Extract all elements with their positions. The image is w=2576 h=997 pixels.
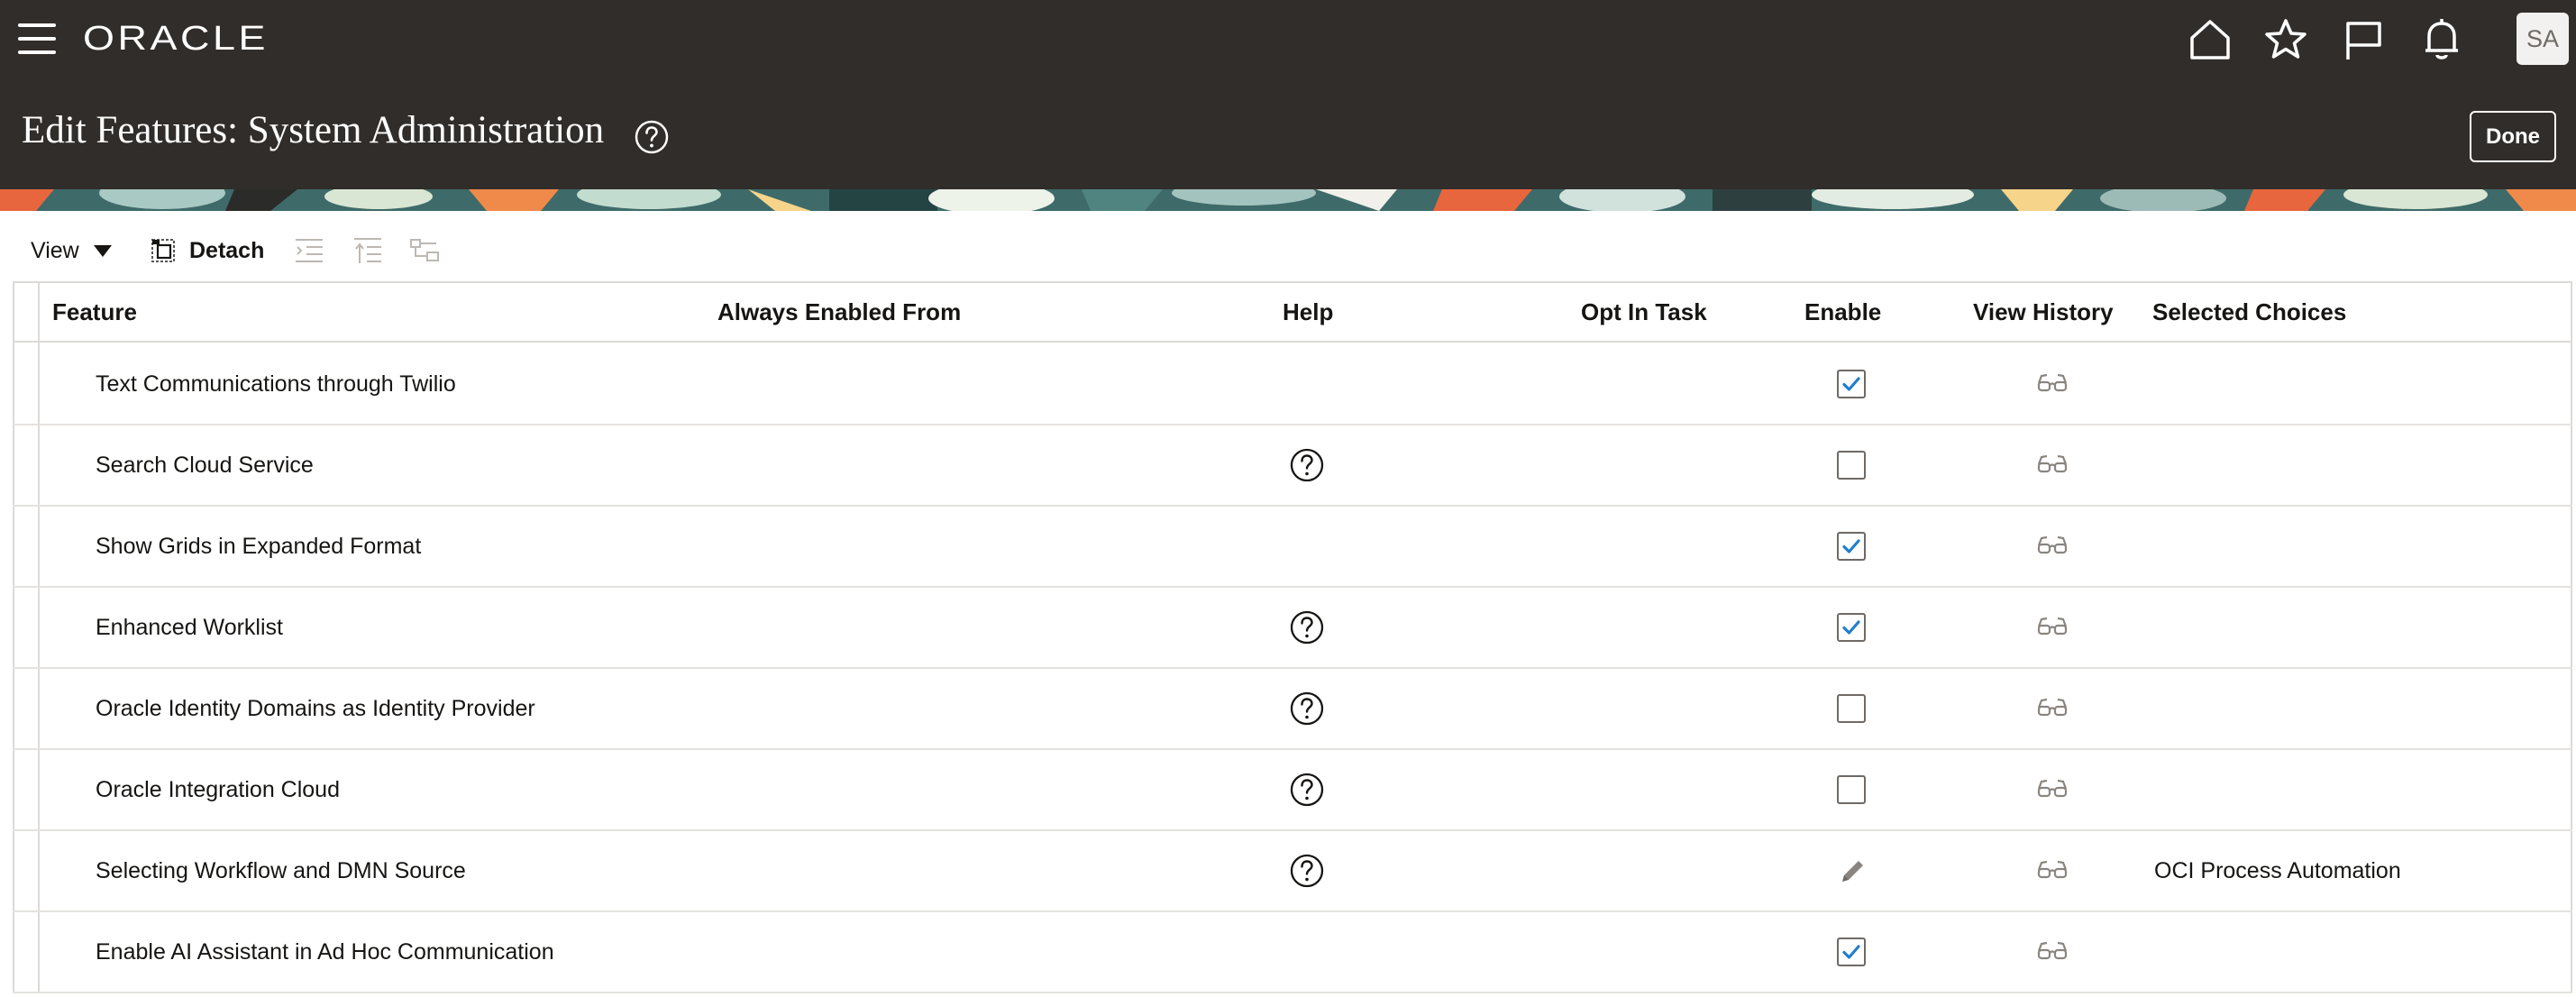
help-icon[interactable] xyxy=(1289,772,1325,808)
help-icon[interactable] xyxy=(1289,853,1325,889)
edit-pencil-icon[interactable] xyxy=(1837,855,1869,887)
view-menu-label: View xyxy=(31,237,79,263)
feature-name: Oracle Integration Cloud xyxy=(96,776,340,802)
table-row[interactable]: Show Grids in Expanded Format xyxy=(13,507,2572,588)
global-header: ORACLE SA Edit Features: System Administ… xyxy=(0,0,2576,189)
feature-name: Enhanced Worklist xyxy=(96,614,283,640)
view-history-icon[interactable] xyxy=(2037,454,2068,474)
table-row[interactable]: Enhanced Worklist xyxy=(13,588,2572,669)
detach-button[interactable]: Detach xyxy=(150,234,264,267)
table-row[interactable]: Oracle Identity Domains as Identity Prov… xyxy=(13,669,2572,750)
view-history-icon[interactable] xyxy=(2037,860,2068,880)
column-header-help[interactable]: Help xyxy=(1283,281,1333,343)
collapse-icon[interactable] xyxy=(352,236,383,265)
help-icon[interactable] xyxy=(1289,609,1325,645)
column-header-opt-in-task[interactable]: Opt In Task xyxy=(1581,281,1707,343)
user-avatar[interactable]: SA xyxy=(2517,13,2569,65)
decorative-banner xyxy=(0,189,2576,211)
column-header-feature[interactable]: Feature xyxy=(52,281,137,343)
view-history-icon[interactable] xyxy=(2037,779,2068,799)
view-history-icon[interactable] xyxy=(2037,698,2068,718)
navigator-menu-icon[interactable] xyxy=(18,23,56,54)
expand-icon[interactable] xyxy=(294,236,324,265)
feature-name: Oracle Identity Domains as Identity Prov… xyxy=(96,695,535,721)
notifications-bell-icon[interactable] xyxy=(2418,16,2465,63)
done-button[interactable]: Done xyxy=(2470,111,2556,162)
table-row[interactable]: Text Communications through Twilio xyxy=(13,344,2572,425)
column-header-view-history[interactable]: View History xyxy=(1973,281,2114,343)
enable-checkbox[interactable] xyxy=(1837,451,1866,480)
feature-name: Show Grids in Expanded Format xyxy=(96,533,422,559)
page-title: Edit Features: System Administration xyxy=(22,109,605,151)
detach-icon xyxy=(151,239,175,262)
watchlist-flag-icon[interactable] xyxy=(2340,16,2387,63)
help-icon[interactable] xyxy=(1289,447,1325,483)
dropdown-caret-icon xyxy=(93,244,112,257)
view-history-icon[interactable] xyxy=(2037,535,2068,555)
oracle-logo-text: ORACLE xyxy=(83,20,269,56)
enable-checkbox[interactable] xyxy=(1837,938,1866,966)
table-header: Feature Always Enabled From Help Opt In … xyxy=(13,281,2572,343)
view-history-icon[interactable] xyxy=(2037,617,2068,636)
selected-choice-value: OCI Process Automation xyxy=(2154,857,2401,883)
table-row[interactable]: Oracle Integration Cloud xyxy=(13,750,2572,831)
enable-checkbox[interactable] xyxy=(1837,370,1866,398)
view-history-icon[interactable] xyxy=(2037,373,2068,393)
feature-name: Selecting Workflow and DMN Source xyxy=(96,857,466,883)
help-icon[interactable] xyxy=(634,119,670,155)
table-row[interactable]: Enable AI Assistant in Ad Hoc Communicat… xyxy=(13,912,2572,993)
oracle-logo[interactable]: ORACLE xyxy=(83,20,269,56)
favorites-star-icon[interactable] xyxy=(2262,16,2309,63)
enable-checkbox[interactable] xyxy=(1837,694,1866,723)
view-history-icon[interactable] xyxy=(2037,941,2068,961)
column-header-selected-choices[interactable]: Selected Choices xyxy=(2152,281,2346,343)
feature-name: Enable AI Assistant in Ad Hoc Communicat… xyxy=(96,938,554,965)
enable-checkbox[interactable] xyxy=(1837,532,1866,561)
table-row[interactable]: Selecting Workflow and DMN Source OCI Pro… xyxy=(13,831,2572,912)
hierarchy-icon[interactable] xyxy=(409,236,440,265)
enable-checkbox[interactable] xyxy=(1837,613,1866,642)
column-header-enable[interactable]: Enable xyxy=(1804,281,1881,343)
home-icon[interactable] xyxy=(2187,16,2233,63)
table-row[interactable]: Search Cloud Service xyxy=(13,425,2572,507)
feature-name: Text Communications through Twilio xyxy=(96,370,456,397)
column-header-always-enabled-from[interactable]: Always Enabled From xyxy=(717,281,961,343)
enable-checkbox[interactable] xyxy=(1837,775,1866,804)
detach-label: Detach xyxy=(189,237,265,263)
help-icon[interactable] xyxy=(1289,691,1325,727)
view-menu[interactable]: View xyxy=(31,236,112,265)
feature-name: Search Cloud Service xyxy=(96,452,314,478)
